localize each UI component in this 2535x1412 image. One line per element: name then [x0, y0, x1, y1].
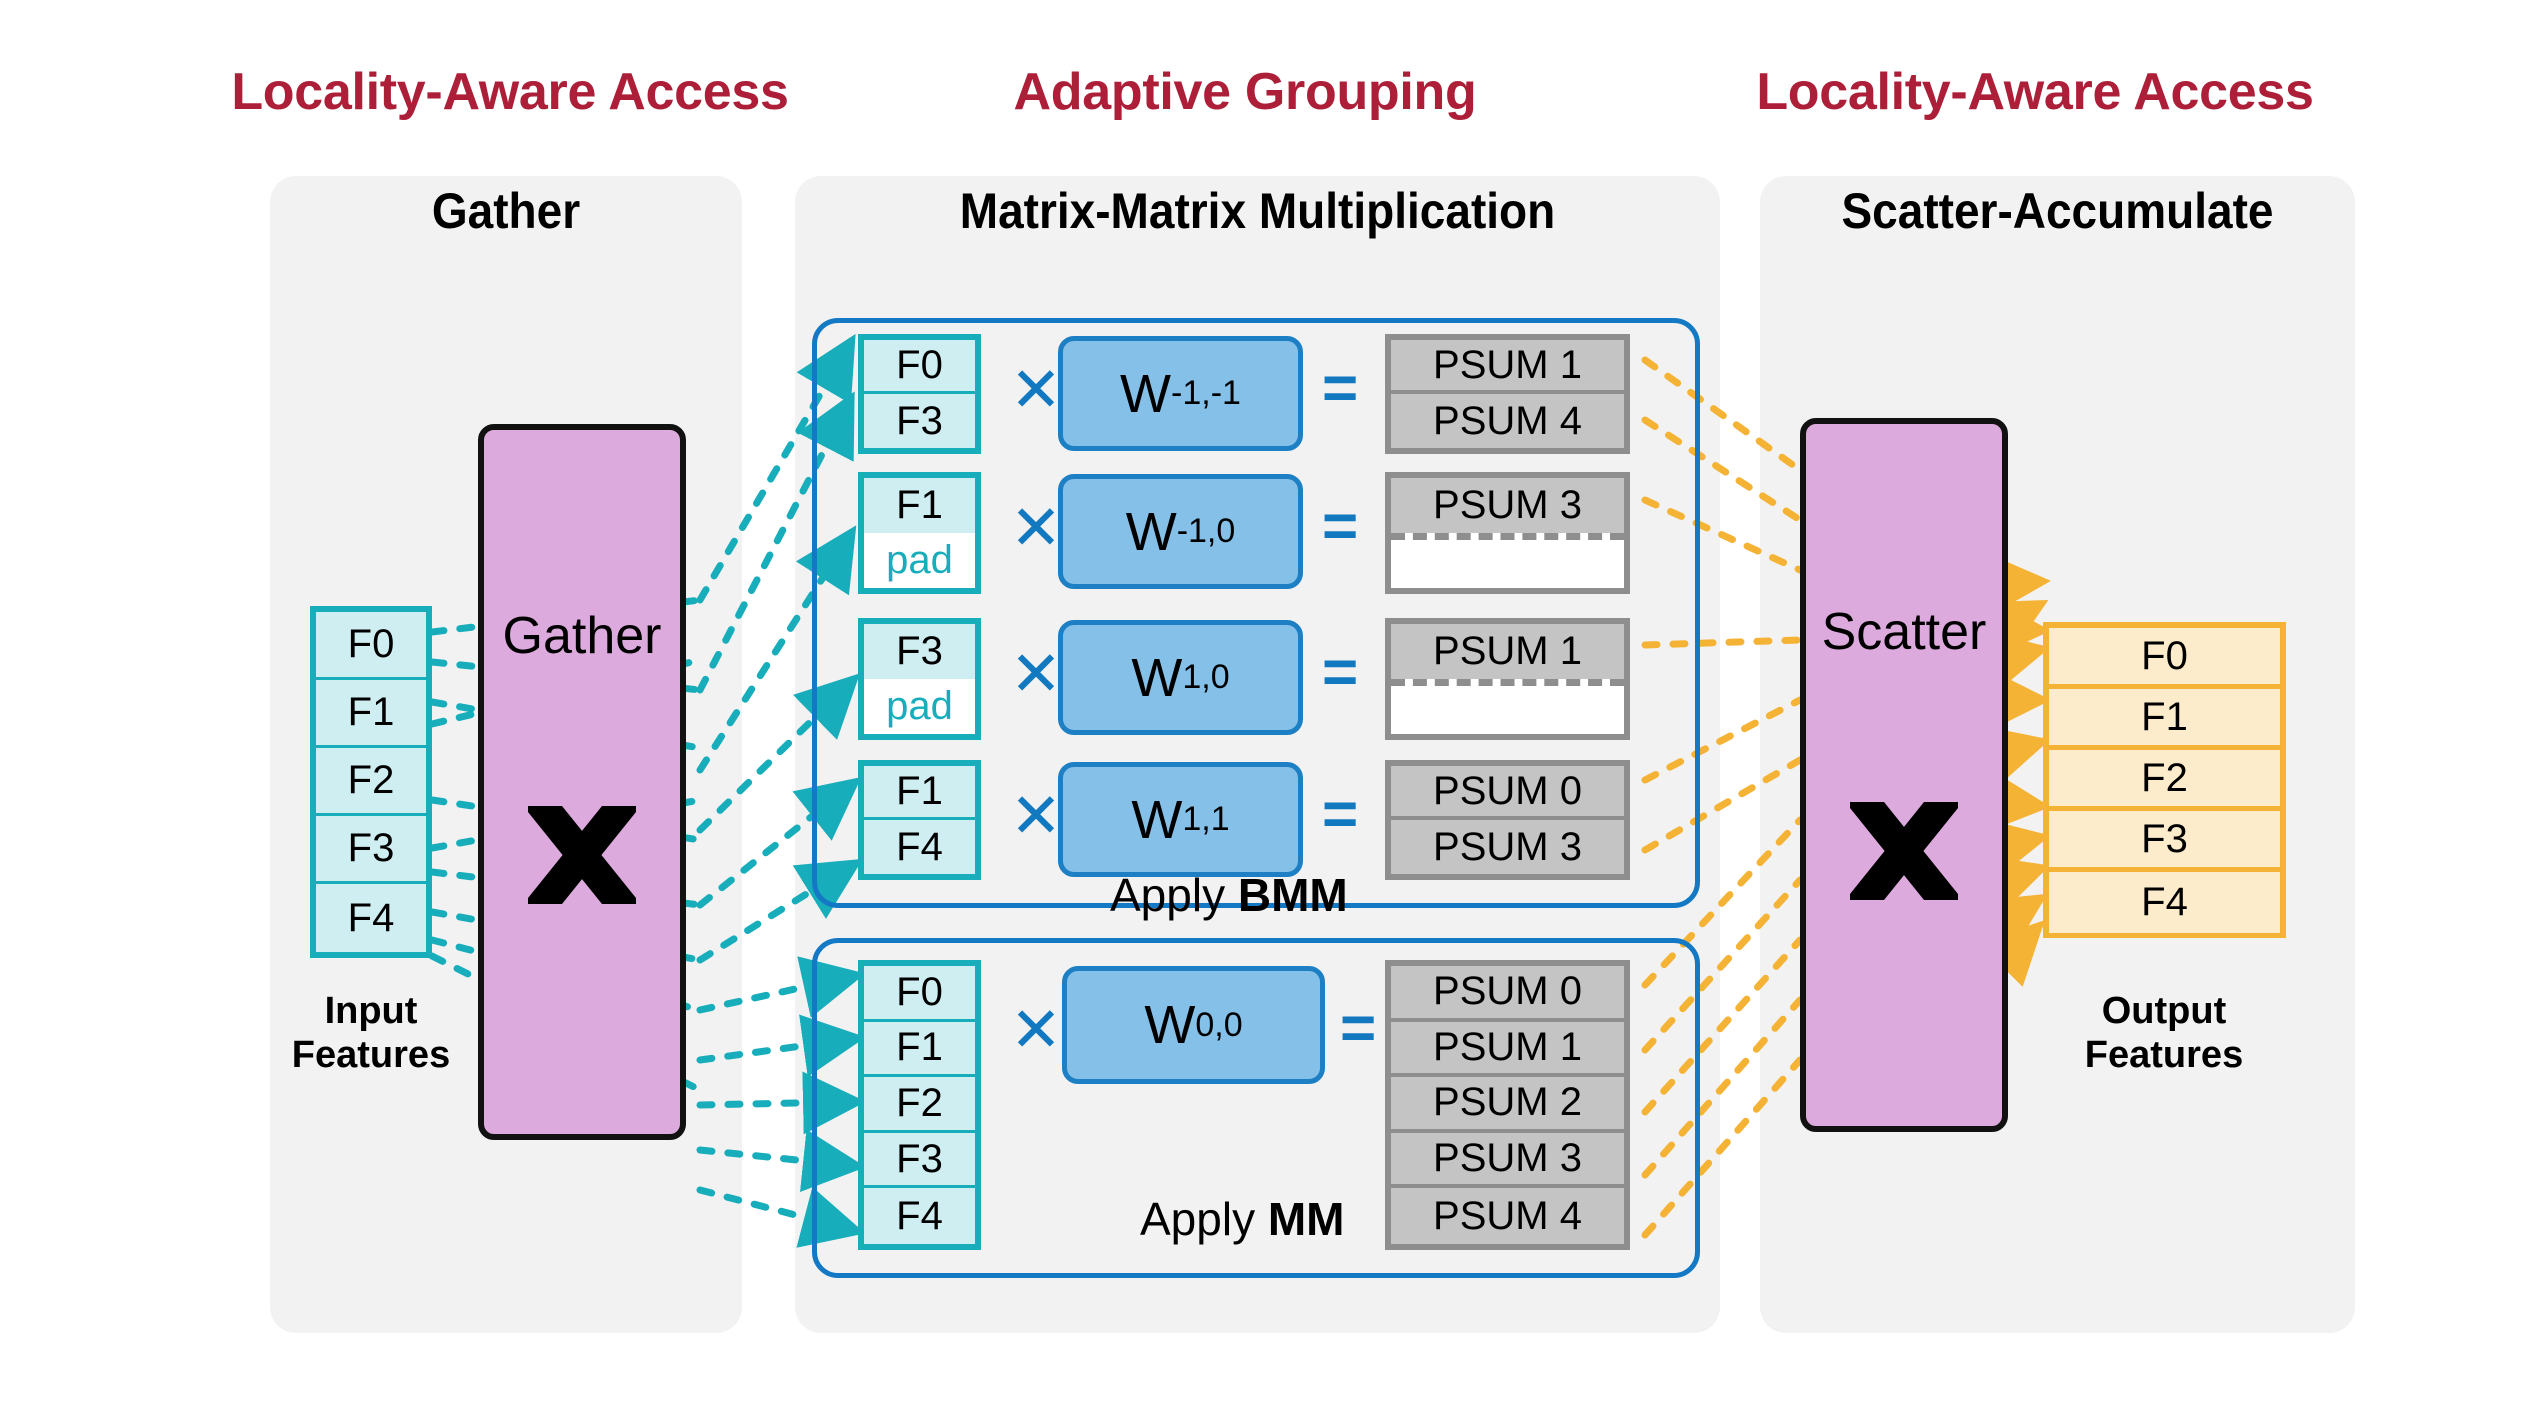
equals-operator: =	[1322, 492, 1359, 561]
output-feature-cell: F1	[2049, 689, 2280, 750]
mm-feature-cell: F2	[864, 1077, 975, 1133]
weight-subscript: 1,0	[1182, 658, 1230, 696]
output-feature-cell: F4	[2049, 872, 2280, 933]
gather-label: Gather	[502, 607, 662, 665]
psum-cell: PSUM 3	[1391, 478, 1624, 533]
weight-subscript: 0,0	[1195, 1005, 1243, 1044]
psum-cell: PSUM 2	[1391, 1077, 1624, 1133]
multiply-operator: ✕	[1010, 996, 1062, 1065]
psum-cell: PSUM 1	[1391, 624, 1624, 679]
mm-feature-cell: F1	[864, 1021, 975, 1078]
psum-empty-cell	[1391, 679, 1624, 734]
psum-cell: PSUM 1	[1391, 340, 1624, 394]
bmm-psum-column: PSUM 1	[1385, 618, 1630, 740]
input-feature-cell: F2	[316, 748, 426, 816]
input-features-caption: Input Features	[291, 990, 451, 1076]
bmm-feature-cell: F1	[864, 478, 975, 533]
panel-title-matmul: Matrix-Matrix Multiplication	[959, 183, 1556, 239]
psum-cell: PSUM 4	[1391, 394, 1624, 448]
bmm-feature-cell: F3	[864, 394, 975, 448]
crossbar-x-icon	[1806, 796, 2002, 906]
psum-empty-cell	[1391, 533, 1624, 588]
weight-subscript: 1,1	[1182, 800, 1230, 838]
psum-cell: PSUM 3	[1391, 820, 1624, 874]
mm-feature-cell: F3	[864, 1132, 975, 1189]
bmm-psum-column: PSUM 1 PSUM 4	[1385, 334, 1630, 454]
scatter-label: Scatter	[1821, 603, 1987, 661]
mm-psum-column: PSUM 0 PSUM 1 PSUM 2 PSUM 3 PSUM 4	[1385, 960, 1630, 1250]
multiply-operator: ✕	[1010, 494, 1062, 563]
input-feature-cell: F1	[316, 680, 426, 748]
weight-symbol: W	[1125, 501, 1177, 562]
weight-box-mm: W 0,0	[1062, 966, 1325, 1084]
section-title-left: Locality-Aware Access	[231, 63, 789, 121]
scatter-box[interactable]: Scatter	[1800, 418, 2008, 1132]
bmm-feature-column: F1 pad	[858, 472, 981, 594]
mm-feature-cell: F0	[864, 966, 975, 1022]
weight-box: W 1,1	[1058, 762, 1303, 877]
input-feature-cell: F0	[316, 612, 426, 680]
weight-symbol: W	[1131, 789, 1183, 850]
section-title-right: Locality-Aware Access	[1756, 63, 2314, 121]
bmm-pad-cell: pad	[864, 679, 975, 734]
bmm-feature-column: F3 pad	[858, 618, 981, 740]
bmm-psum-column: PSUM 0 PSUM 3	[1385, 760, 1630, 880]
bmm-feature-cell: F4	[864, 820, 975, 874]
panel-title-scatter: Scatter-Accumulate	[1841, 183, 2274, 239]
weight-box: W -1,-1	[1058, 336, 1303, 451]
multiply-operator: ✕	[1010, 640, 1062, 709]
psum-cell: PSUM 4	[1391, 1188, 1624, 1244]
output-feature-cell: F0	[2049, 628, 2280, 689]
psum-cell: PSUM 0	[1391, 766, 1624, 820]
weight-symbol: W	[1131, 647, 1183, 708]
input-feature-cell: F4	[316, 884, 426, 952]
psum-cell: PSUM 0	[1391, 966, 1624, 1022]
apply-mm-label: Apply MM	[1140, 1192, 1345, 1246]
bmm-feature-column: F1 F4	[858, 760, 981, 880]
input-features-column: F0 F1 F2 F3 F4	[310, 606, 432, 958]
apply-mm-name: MM	[1267, 1193, 1345, 1245]
mm-feature-cell: F4	[864, 1188, 975, 1244]
output-features-caption: Output Features	[2084, 990, 2244, 1076]
multiply-operator: ✕	[1010, 356, 1062, 425]
equals-operator: =	[1322, 638, 1359, 707]
gather-box[interactable]: Gather	[478, 424, 686, 1140]
crossbar-x-icon	[484, 800, 680, 910]
weight-box: W -1,0	[1058, 474, 1303, 589]
diagram-canvas: Locality-Aware Access Adaptive Grouping …	[0, 0, 2535, 1412]
apply-mm-prefix: Apply	[1140, 1193, 1268, 1245]
bmm-feature-cell: F3	[864, 624, 975, 679]
equals-operator: =	[1322, 780, 1359, 849]
bmm-psum-column: PSUM 3	[1385, 472, 1630, 594]
bmm-feature-cell: F0	[864, 340, 975, 394]
weight-box: W 1,0	[1058, 620, 1303, 735]
bmm-feature-cell: F1	[864, 766, 975, 820]
weight-subscript: -1,-1	[1171, 374, 1241, 412]
input-feature-cell: F3	[316, 816, 426, 884]
weight-subscript: -1,0	[1176, 512, 1236, 550]
psum-cell: PSUM 1	[1391, 1021, 1624, 1078]
psum-cell: PSUM 3	[1391, 1132, 1624, 1189]
weight-symbol: W	[1120, 363, 1172, 424]
weight-symbol: W	[1144, 995, 1196, 1055]
bmm-pad-cell: pad	[864, 533, 975, 588]
output-feature-cell: F2	[2049, 750, 2280, 811]
bmm-feature-column: F0 F3	[858, 334, 981, 454]
output-features-column: F0 F1 F2 F3 F4	[2043, 622, 2286, 938]
output-feature-cell: F3	[2049, 811, 2280, 872]
equals-operator: =	[1340, 994, 1377, 1063]
multiply-operator: ✕	[1010, 782, 1062, 851]
section-title-middle: Adaptive Grouping	[1013, 63, 1477, 121]
panel-title-gather: Gather	[431, 183, 581, 239]
mm-feature-column: F0 F1 F2 F3 F4	[858, 960, 981, 1250]
equals-operator: =	[1322, 354, 1359, 423]
